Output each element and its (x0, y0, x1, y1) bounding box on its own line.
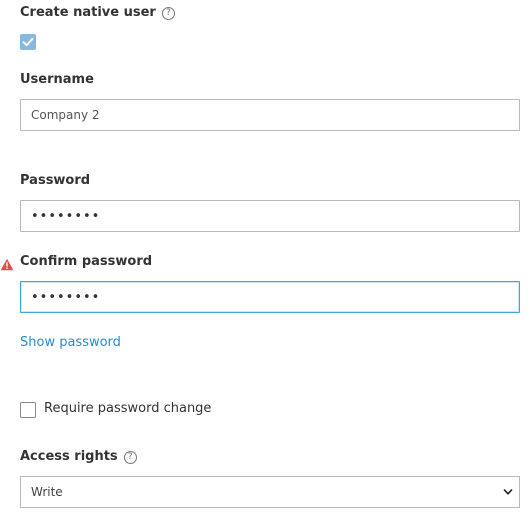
confirm-password-input[interactable]: •••••••• (20, 281, 520, 313)
check-icon (22, 37, 34, 47)
access-rights-label: Access rights (20, 449, 118, 464)
access-rights-select[interactable]: Write (20, 476, 520, 508)
help-icon[interactable]: ? (161, 7, 175, 20)
warning-icon (0, 256, 14, 275)
create-native-user-checkbox[interactable] (20, 34, 36, 50)
create-user-form: Create native user? Username Company 2 P… (0, 0, 530, 520)
confirm-password-value: •••••••• (31, 290, 101, 305)
username-label: Username (20, 72, 94, 87)
create-native-user-heading: Create native user? (20, 5, 175, 21)
require-password-change-label: Require password change (44, 401, 212, 416)
create-native-user-label: Create native user (20, 5, 156, 20)
username-value: Company 2 (31, 108, 100, 122)
password-input[interactable]: •••••••• (20, 200, 520, 232)
username-input[interactable]: Company 2 (20, 99, 520, 131)
access-rights-value: Write (31, 485, 63, 499)
access-rights-heading: Access rights? (20, 449, 137, 465)
confirm-password-label: Confirm password (20, 254, 153, 269)
show-password-link[interactable]: Show password (20, 335, 121, 350)
help-icon[interactable]: ? (123, 451, 137, 464)
chevron-down-icon (503, 489, 513, 495)
password-value: •••••••• (31, 209, 101, 224)
require-password-change-checkbox[interactable] (20, 402, 36, 418)
password-label: Password (20, 173, 91, 188)
